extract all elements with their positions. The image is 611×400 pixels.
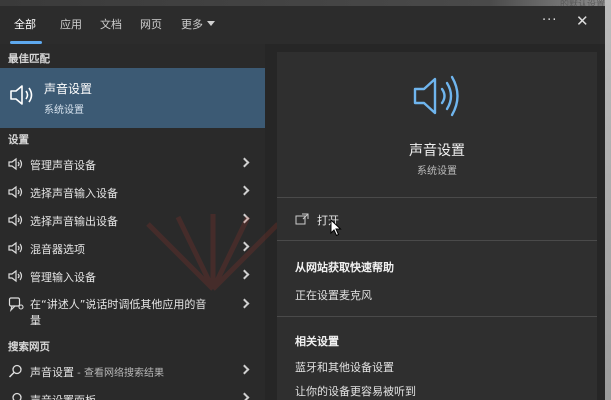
speaker-icon — [10, 85, 33, 105]
list-item[interactable]: 声音设置 - 查看网络搜索结果 — [0, 358, 265, 384]
watermark-logo — [146, 214, 280, 291]
list-item-label: 管理声音设备 — [30, 159, 96, 172]
list-item-label: 选择声音输出设备 — [30, 215, 118, 228]
web-search-section-label: 搜索网页 — [8, 341, 50, 353]
best-match-subtitle: 系统设置 — [44, 105, 84, 116]
list-item[interactable]: 声音设置面板 — [0, 386, 265, 400]
search-header: 全部 应用 文档 网页 更多 ··· ✕ — [0, 6, 605, 44]
chevron-right-icon — [239, 364, 250, 375]
chevron-right-icon — [239, 157, 250, 168]
best-match-title: 声音设置 — [44, 82, 93, 96]
list-item-label: 管理输入设备 — [30, 271, 96, 284]
speaker-icon — [8, 213, 23, 227]
chevron-right-icon — [239, 185, 250, 196]
list-item[interactable]: 选择声音输入设备 — [0, 179, 265, 205]
tab-documents[interactable]: 文档 — [100, 16, 122, 32]
web-result-hint: - 查看网络搜索结果 — [74, 368, 164, 379]
more-options-icon[interactable]: ··· — [542, 13, 557, 28]
web-help-heading: 从网站获取快速帮助 — [295, 261, 394, 274]
chevron-down-icon — [207, 21, 215, 26]
speaker-icon — [8, 185, 23, 199]
list-item-label-continued: 量 — [30, 314, 41, 327]
tab-apps[interactable]: 应用 — [60, 16, 82, 32]
narrator-icon — [8, 297, 24, 312]
help-link[interactable]: 正在设置麦克风 — [295, 287, 372, 303]
mouse-cursor-icon — [330, 219, 342, 237]
results-list: 最佳匹配 声音设置 系统设置 设置 管理声音设备 选择声音输入设备 选择声音输出… — [0, 44, 280, 400]
divider — [277, 240, 597, 241]
divider — [277, 316, 597, 317]
open-icon — [295, 213, 309, 225]
list-item-label: 声音设置 - 查看网络搜索结果 — [30, 364, 164, 380]
background-window-edge — [605, 0, 611, 400]
related-settings-heading: 相关设置 — [295, 335, 339, 348]
related-link[interactable]: 让你的设备更容易被听到 — [295, 383, 416, 399]
search-icon — [12, 392, 22, 400]
chevron-right-icon — [239, 392, 250, 400]
tab-all[interactable]: 全部 — [14, 16, 36, 32]
chevron-right-icon — [239, 298, 250, 309]
search-panel: 全部 应用 文档 网页 更多 ··· ✕ 最佳匹配 声音设置 系统设置 设置 管… — [0, 6, 605, 400]
search-icon — [8, 364, 22, 378]
tab-more-label: 更多 — [181, 18, 203, 31]
detail-pane: 声音设置 系统设置 打开 从网站获取快速帮助 正在设置麦克风 相关设置 蓝牙和其… — [277, 52, 597, 400]
detail-title: 声音设置 — [409, 143, 465, 159]
detail-subtitle: 系统设置 — [417, 166, 457, 177]
web-result-query: 声音设置 — [30, 366, 74, 379]
list-item-label: 选择声音输入设备 — [30, 187, 118, 200]
list-item[interactable]: 管理声音设备 — [0, 151, 265, 177]
tab-more[interactable]: 更多 — [181, 16, 215, 32]
related-link[interactable]: 蓝牙和其他设备设置 — [295, 359, 394, 375]
best-match-item[interactable]: 声音设置 系统设置 — [0, 68, 265, 128]
speaker-icon — [8, 241, 23, 255]
speaker-icon — [413, 75, 459, 117]
list-item-label: 声音设置面板 — [30, 392, 96, 400]
close-icon[interactable]: ✕ — [576, 12, 589, 30]
best-match-label: 最佳匹配 — [8, 53, 50, 65]
list-item-label: 混音器选项 — [30, 243, 85, 256]
settings-section-label: 设置 — [8, 134, 29, 146]
speaker-icon — [8, 269, 23, 283]
divider — [277, 197, 597, 198]
speaker-icon — [8, 157, 23, 171]
tab-web[interactable]: 网页 — [140, 16, 162, 32]
